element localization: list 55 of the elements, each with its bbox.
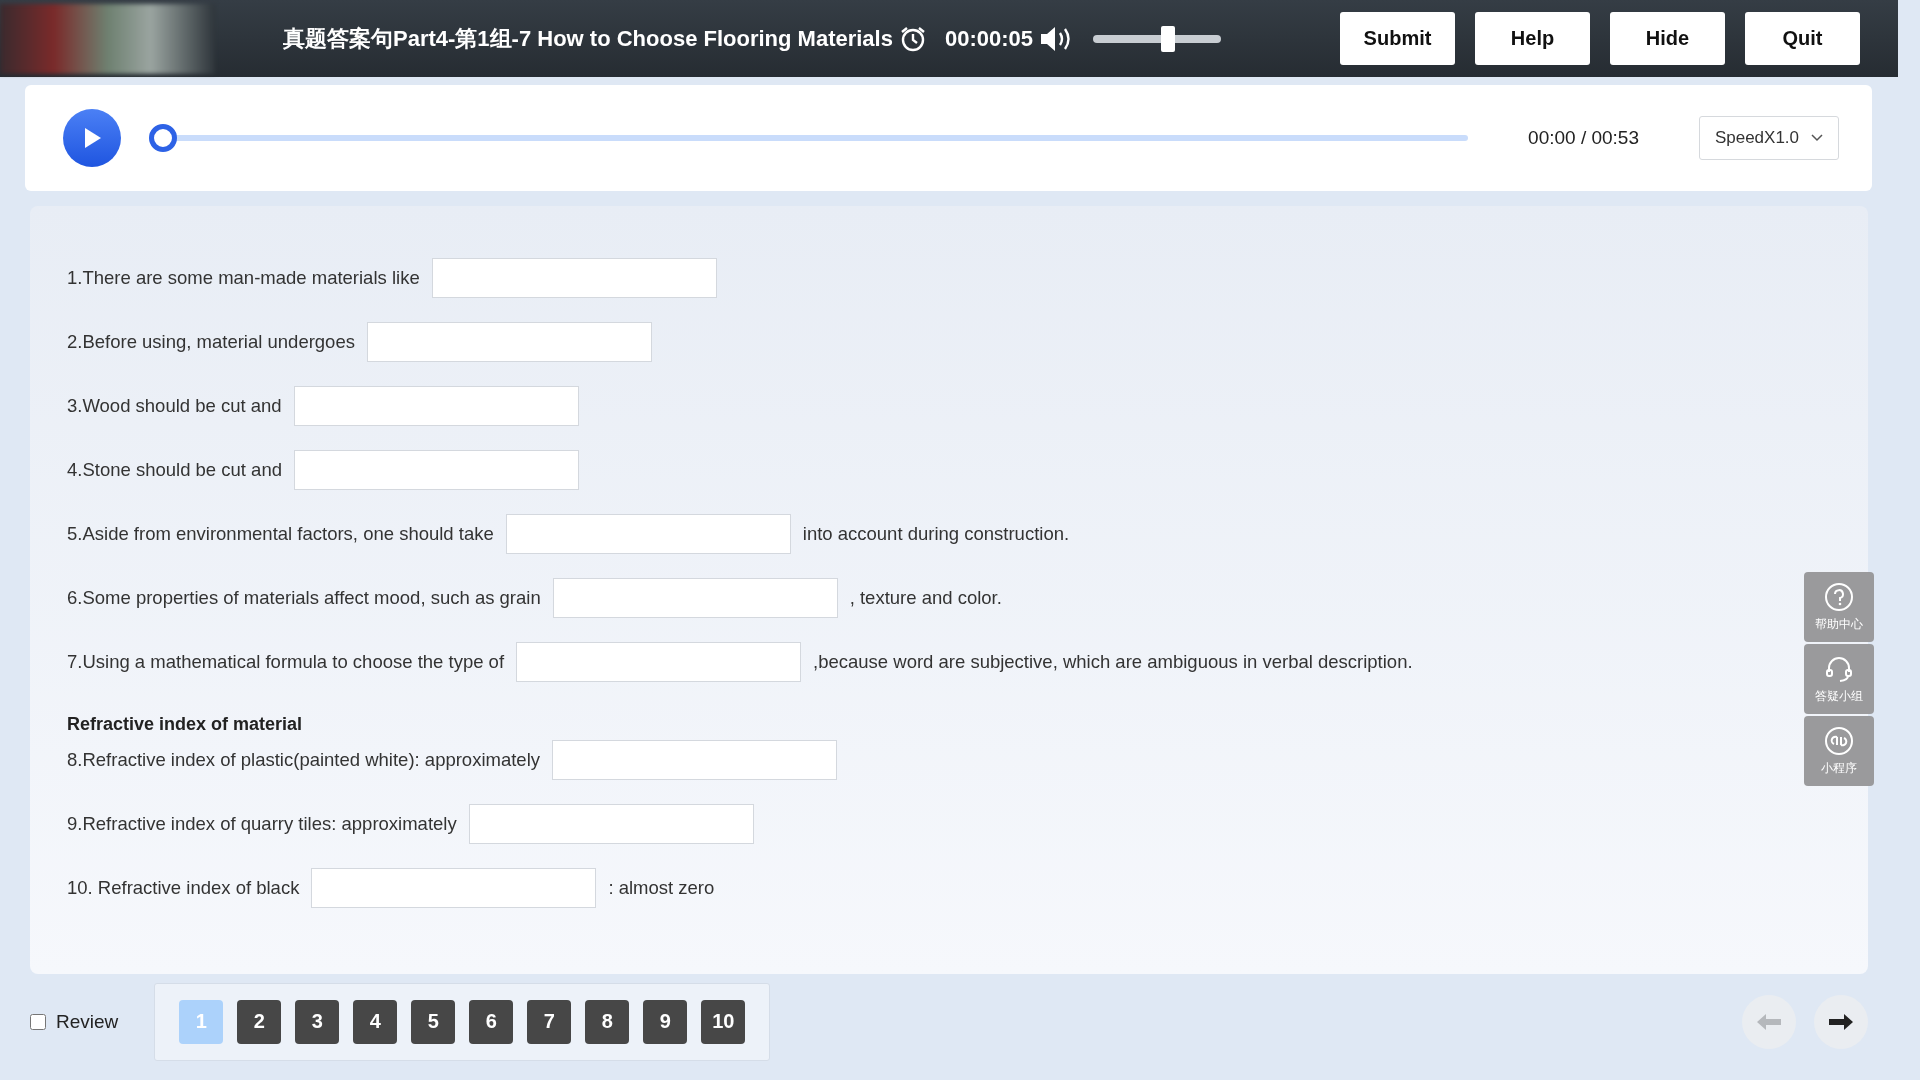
- audio-progress-thumb[interactable]: [149, 124, 177, 152]
- page-button[interactable]: 3: [295, 999, 340, 1044]
- question-text: 2.Before using, material undergoes: [67, 331, 355, 353]
- help-icon: [1824, 581, 1854, 612]
- answer-field[interactable]: [552, 740, 837, 780]
- question-text: 6.Some properties of materials affect mood, such as grain: [67, 587, 541, 609]
- answer-field[interactable]: [468, 804, 754, 844]
- page-button[interactable]: 10: [701, 999, 746, 1044]
- volume-thumb[interactable]: [1161, 25, 1176, 52]
- timer: 00:00:05: [944, 25, 1034, 52]
- answer-field[interactable]: [505, 514, 791, 554]
- question-text: , texture and color.: [849, 587, 1002, 609]
- question-text: ,because word are subjective, which are ambiguous in verbal description.: [813, 651, 1413, 673]
- page-button[interactable]: 8: [585, 999, 630, 1044]
- left-arrow-icon: [1756, 1012, 1782, 1031]
- question-text: 8.Refractive index of plastic(painted white): approximately: [67, 749, 540, 771]
- review-checkbox[interactable]: Review: [30, 1010, 119, 1033]
- question-text: 4.Stone should be cut and: [67, 459, 282, 481]
- right-arrow-icon: [1828, 1012, 1854, 1031]
- page-button[interactable]: 2: [237, 999, 282, 1044]
- audio-time: 00:00 / 00:53: [1528, 127, 1639, 149]
- answer-field[interactable]: [552, 578, 838, 618]
- question-text: 9.Refractive index of quarry tiles: approximately: [67, 813, 457, 835]
- page-button[interactable]: 5: [411, 999, 456, 1044]
- header-button[interactable]: Hide: [1610, 12, 1725, 65]
- link-circle-icon: [1824, 725, 1854, 756]
- play-button[interactable]: [63, 109, 121, 167]
- volume-slider[interactable]: [1093, 25, 1222, 52]
- question-text: : almost zero: [608, 877, 715, 899]
- page-button[interactable]: 7: [527, 999, 572, 1044]
- checkbox[interactable]: [30, 1013, 46, 1030]
- question-text: into account during construction.: [802, 523, 1070, 545]
- header-button[interactable]: Quit: [1745, 12, 1860, 65]
- answer-field[interactable]: [516, 642, 802, 682]
- answer-field[interactable]: [311, 868, 597, 908]
- answer-field[interactable]: [293, 386, 579, 426]
- question-text: 1.There are some man-made materials like: [67, 267, 420, 289]
- header-button[interactable]: Help: [1475, 12, 1590, 65]
- page-button[interactable]: 6: [469, 999, 514, 1044]
- header-button[interactable]: Submit: [1340, 12, 1455, 65]
- exam-title: 真题答案句Part4-第1组-7 How to Choose Flooring Materials: [283, 24, 893, 53]
- question-text: 10. Refractive index of black: [67, 877, 300, 899]
- answer-field[interactable]: [294, 450, 579, 490]
- play-icon: [82, 127, 102, 149]
- chevron-down-icon: [1811, 134, 1824, 142]
- page-button[interactable]: 4: [353, 999, 398, 1044]
- question-text: 3.Wood should be cut and: [67, 395, 282, 417]
- audio-progress-track[interactable]: [149, 124, 1469, 152]
- question-text: 7.Using a mathematical formula to choose the type of: [67, 651, 505, 673]
- speed-dropdown[interactable]: SpeedX1.0: [1699, 116, 1839, 160]
- question-text: 5.Aside from environmental factors, one should take: [67, 523, 494, 545]
- page-button[interactable]: 9: [643, 999, 688, 1044]
- answer-field[interactable]: [366, 322, 652, 362]
- section-heading: Refractive index of material: [67, 714, 304, 734]
- answer-field[interactable]: [431, 258, 717, 298]
